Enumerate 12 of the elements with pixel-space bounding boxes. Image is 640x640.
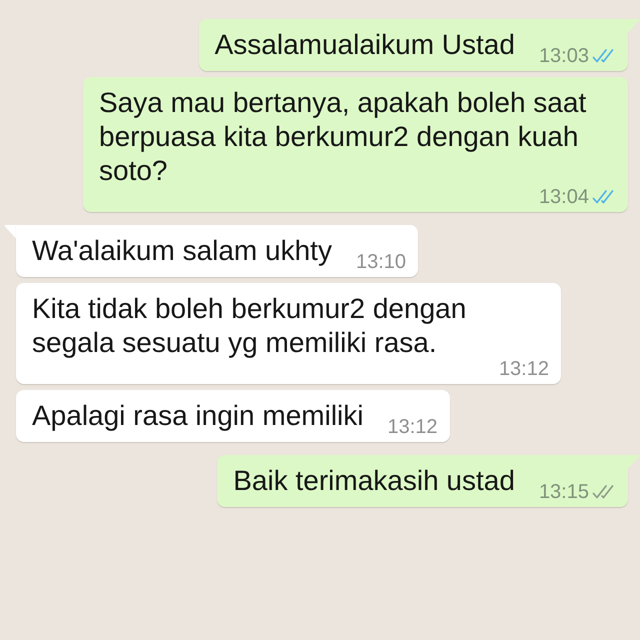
- message-time: 13:03: [538, 46, 589, 66]
- message-time: 13:15: [538, 482, 589, 502]
- message-text: Apalagi rasa ingin memiliki: [32, 400, 364, 431]
- message-text: Wa'alaikum salam ukhty: [32, 235, 332, 266]
- message-text: Baik terimakasih ustad: [233, 465, 515, 496]
- message-time: 13:12: [387, 417, 438, 437]
- message-time: 13:04: [538, 187, 589, 207]
- message-text: Saya mau bertanya, apakah boleh saat berpuasa kita berkumur2 dengan kuah soto?: [99, 87, 586, 186]
- message-text: Assalamualaikum Ustad: [214, 29, 515, 60]
- message-time: 13:12: [498, 359, 549, 379]
- message-text: Kita tidak boleh berkumur2 dengan segala sesuatu yg memiliki rasa.: [32, 293, 466, 358]
- message-time: 13:10: [356, 252, 406, 272]
